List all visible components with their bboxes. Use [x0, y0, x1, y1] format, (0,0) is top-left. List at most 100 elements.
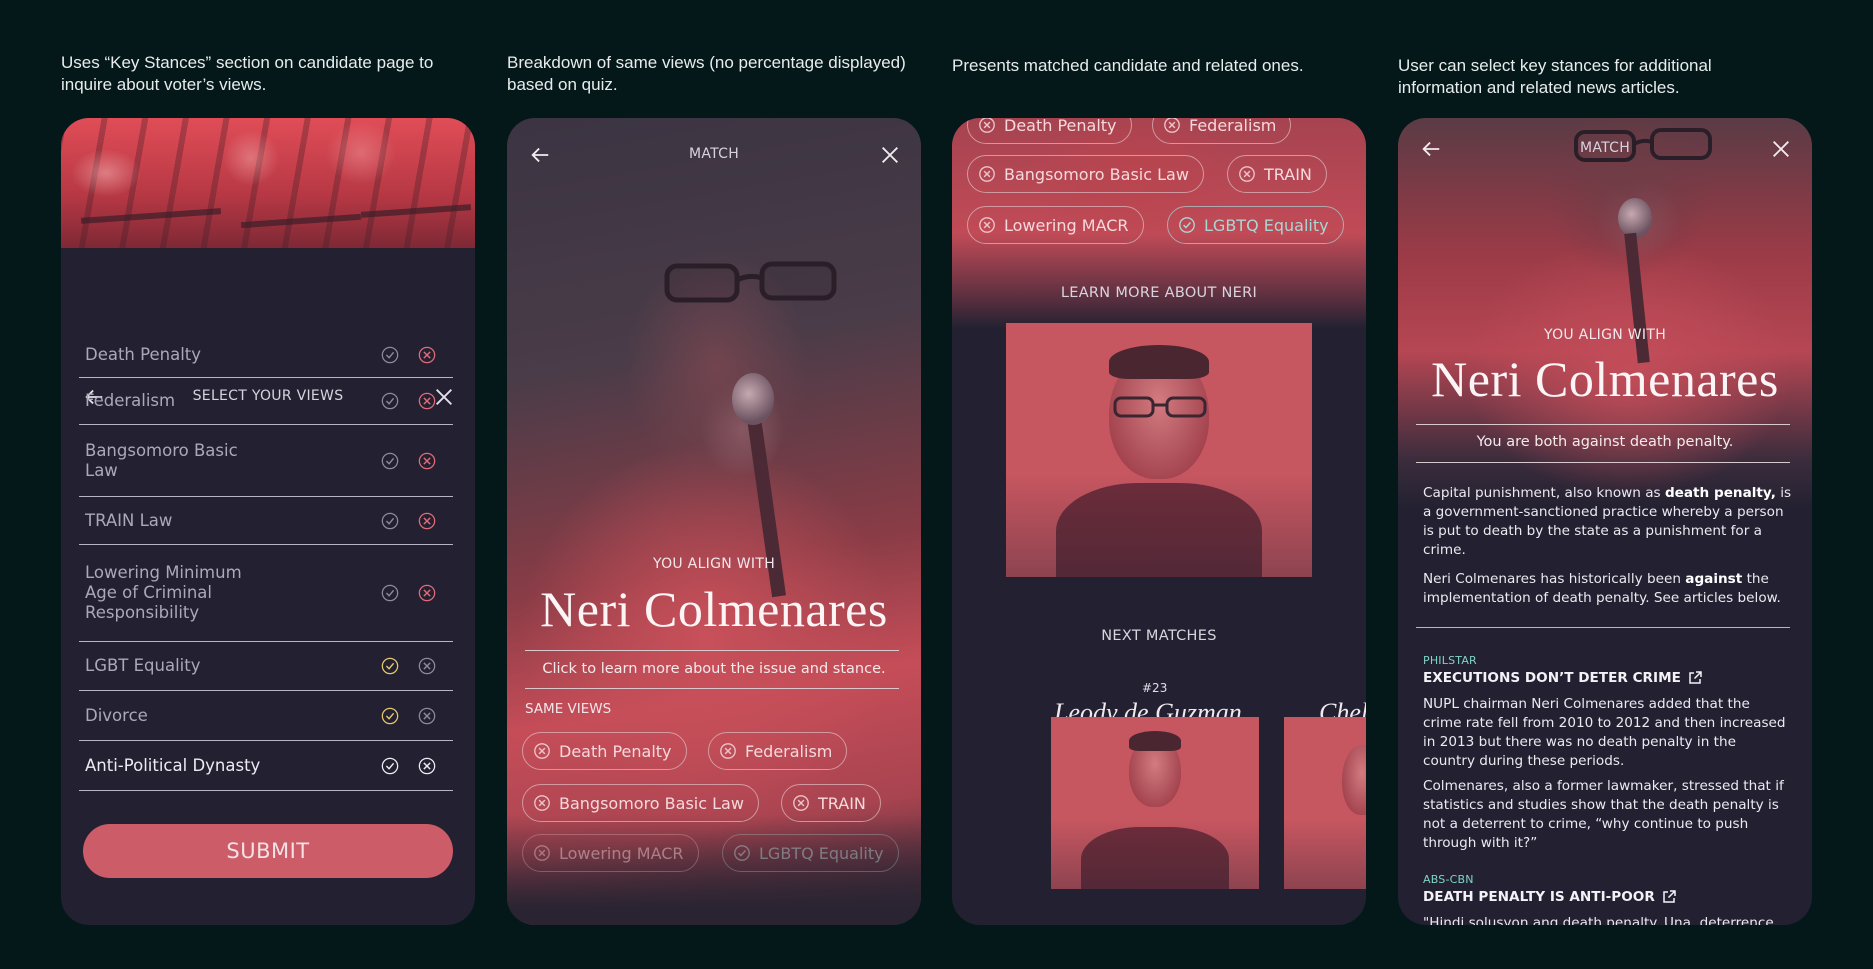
stance-pill-death-penalty[interactable]: Death Penalty — [522, 732, 687, 770]
candidate-name[interactable]: Neri Colmenares — [1398, 350, 1812, 408]
divider — [1416, 462, 1790, 463]
x-circle-icon[interactable] — [418, 707, 436, 725]
pill-label: Death Penalty — [559, 741, 672, 761]
divider — [1416, 424, 1790, 425]
match-portrait[interactable] — [1051, 717, 1259, 889]
pill-label: Death Penalty — [1004, 118, 1117, 135]
stance-pill-bbl[interactable]: Bangsomoro Basic Law — [967, 155, 1204, 193]
learn-more-heading: LEARN MORE ABOUT NERI — [1060, 285, 1258, 301]
divider — [525, 688, 899, 689]
check-circle-icon[interactable] — [381, 512, 399, 530]
check-circle-icon[interactable] — [381, 707, 399, 725]
view-row: TRAIN Law — [79, 497, 453, 545]
stance-pill-federalism[interactable]: Federalism — [708, 732, 848, 770]
x-circle-icon[interactable] — [418, 392, 436, 410]
stance-pill-train[interactable]: TRAIN — [781, 784, 881, 822]
caption-2: Breakdown of same views (no percentage d… — [507, 53, 906, 94]
stance-pill-macr[interactable]: Lowering MACR — [967, 206, 1144, 244]
x-circle-icon[interactable] — [418, 346, 436, 364]
screen-header: MATCH — [1398, 134, 1812, 164]
x-circle-icon — [1164, 118, 1180, 133]
glasses-shape — [664, 261, 837, 303]
pill-label: TRAIN — [1264, 164, 1312, 184]
caption-3: Presents matched candidate and related o… — [952, 56, 1304, 75]
view-row: Anti-Political Dynasty — [79, 741, 453, 791]
pill-label: LGBTQ Equality — [1204, 215, 1329, 235]
views-list: Death Penalty Federalism Bangsomoro Basi… — [79, 333, 453, 791]
stance-pill-lgbtq[interactable]: LGBTQ Equality — [1167, 206, 1344, 244]
view-row: LGBT Equality — [79, 642, 453, 691]
article-headline-link[interactable]: EXECUTIONS DON’T DETER CRIME — [1423, 670, 1703, 686]
x-circle-icon[interactable] — [418, 512, 436, 530]
article-paragraph: NUPL chairman Neri Colmenares added that… — [1423, 696, 1786, 769]
check-circle-icon[interactable] — [381, 757, 399, 775]
align-label: YOU ALIGN WITH — [1543, 327, 1667, 343]
glasses-shape — [1113, 396, 1207, 418]
pill-label: Federalism — [1189, 118, 1277, 135]
stance-pill-bbl[interactable]: Bangsomoro Basic Law — [522, 784, 759, 822]
check-circle-icon[interactable] — [381, 584, 399, 602]
view-label: Bangsomoro Basic Law — [85, 440, 238, 480]
select-views-screen: SELECT YOUR VIEWS Death Penalty Federali… — [61, 118, 475, 925]
x-circle-icon[interactable] — [418, 657, 436, 675]
match-screen: MATCH YOU ALIGN WITH Neri Colmenares Cli… — [507, 118, 921, 925]
external-link-icon — [1663, 890, 1676, 903]
learn-more-note: Click to learn more about the issue and … — [542, 661, 886, 677]
close-icon[interactable] — [1770, 138, 1792, 160]
align-label: YOU ALIGN WITH — [652, 556, 776, 572]
caption-4: User can select key stances for addition… — [1398, 56, 1712, 97]
pill-label: TRAIN — [818, 793, 866, 813]
view-label: TRAIN Law — [85, 510, 173, 530]
caption-1: Uses “Key Stances” section on candidate … — [61, 53, 434, 94]
view-label: Federalism — [85, 391, 176, 410]
divider — [525, 650, 899, 651]
check-circle-icon[interactable] — [381, 346, 399, 364]
view-row: Divorce — [79, 691, 453, 741]
stance-pill-death-penalty[interactable]: Death Penalty — [967, 118, 1132, 144]
next-matches-heading: NEXT MATCHES — [1101, 628, 1217, 644]
divider — [1416, 627, 1790, 628]
view-row: Lowering Minimum Age of Criminal Respons… — [79, 545, 453, 642]
same-views-label: SAME VIEWS — [525, 701, 612, 717]
close-icon[interactable] — [879, 144, 901, 166]
view-row: Bangsomoro Basic Law — [79, 425, 453, 497]
check-circle-icon[interactable] — [381, 657, 399, 675]
x-circle-icon — [979, 217, 995, 233]
x-circle-icon — [534, 743, 550, 759]
pill-label: LGBTQ Equality — [759, 843, 884, 863]
view-row: Death Penalty — [79, 333, 453, 378]
check-circle-icon[interactable] — [381, 392, 399, 410]
article-headline-link[interactable]: DEATH PENALTY IS ANTI-POOR — [1423, 889, 1677, 905]
x-circle-icon — [534, 795, 550, 811]
classroom-photo — [61, 118, 475, 248]
article-source: ABS-CBN — [1423, 873, 1474, 886]
pill-label: Bangsomoro Basic Law — [559, 793, 744, 813]
x-circle-icon[interactable] — [418, 452, 436, 470]
x-circle-icon[interactable] — [418, 584, 436, 602]
check-circle-icon — [1179, 217, 1195, 233]
stance-pill-lgbtq[interactable]: LGBTQ Equality — [722, 834, 899, 872]
candidate-name[interactable]: Neri Colmenares — [507, 580, 921, 638]
screen-title: MATCH — [688, 146, 740, 162]
stance-pill-macr[interactable]: Lowering MACR — [522, 834, 699, 872]
view-label: LGBT Equality — [85, 656, 201, 675]
article-paragraph: Colmenares, also a former lawmaker, stre… — [1423, 778, 1784, 851]
stance-summary: You are both against death penalty. — [1476, 434, 1734, 450]
stance-definition: Capital punishment, also known as death … — [1423, 485, 1792, 558]
x-circle-icon — [1239, 166, 1255, 182]
article-paragraph: "Hindi solusyon ang death penalty. Una, … — [1423, 915, 1774, 925]
stance-pill-federalism[interactable]: Federalism — [1152, 118, 1292, 144]
x-circle-icon[interactable] — [418, 757, 436, 775]
view-row: Federalism — [79, 378, 453, 425]
stance-pill-train[interactable]: TRAIN — [1227, 155, 1327, 193]
submit-button[interactable]: SUBMIT — [83, 824, 453, 878]
check-circle-icon[interactable] — [381, 452, 399, 470]
view-label: Divorce — [85, 705, 148, 725]
stance-detail-screen: MATCH YOU ALIGN WITH Neri Colmenares You… — [1398, 118, 1812, 925]
pill-label: Lowering MACR — [559, 843, 684, 863]
candidate-portrait[interactable] — [1006, 323, 1312, 577]
candidate-detail-screen: Death Penalty Federalism Bangsomoro Basi… — [952, 118, 1366, 925]
match-portrait[interactable] — [1284, 717, 1366, 889]
screen-header: MATCH — [507, 140, 921, 170]
pill-label: Bangsomoro Basic Law — [1004, 164, 1189, 184]
